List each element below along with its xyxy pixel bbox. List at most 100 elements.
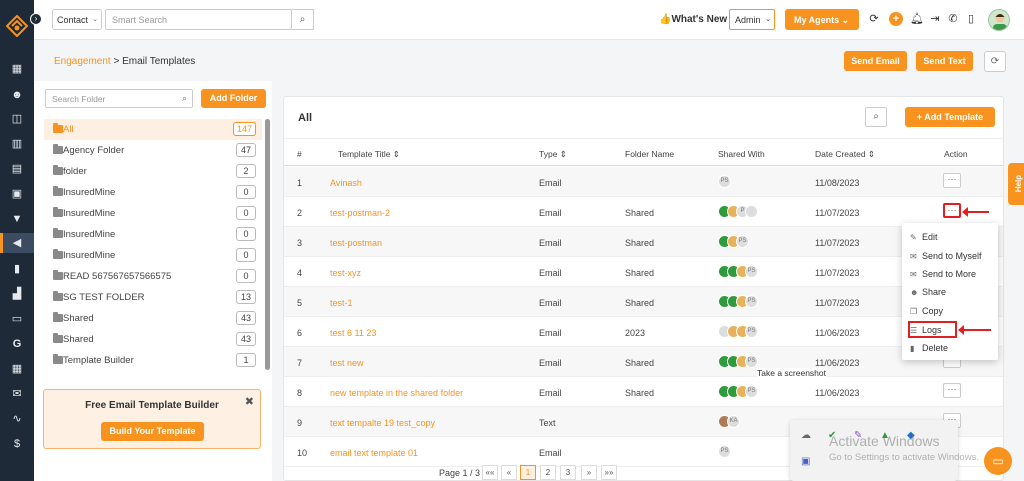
- notification-bell-icon[interactable]: 🔔︎: [910, 13, 924, 25]
- megaphone-icon[interactable]: ◀: [9, 236, 25, 250]
- contacts-icon[interactable]: ☻: [9, 88, 25, 102]
- search-icon[interactable]: ⌕: [865, 107, 887, 127]
- chat-icon[interactable]: ▭: [984, 447, 1012, 475]
- menu-item-copy[interactable]: ❐ Copy: [910, 306, 943, 316]
- folder-item[interactable]: InsuredMine 0: [44, 224, 262, 245]
- accounts-icon[interactable]: ◫: [9, 112, 25, 126]
- menu-item-edit[interactable]: ✎ Edit: [910, 232, 938, 242]
- folder-item[interactable]: READ 567567657566575 0: [44, 266, 262, 287]
- filter-icon[interactable]: ▼: [9, 212, 25, 226]
- folder-icon[interactable]: ▭: [9, 312, 25, 326]
- folder-count-badge: 0: [236, 185, 256, 199]
- send-text-button[interactable]: Send Text: [916, 51, 973, 71]
- sidebar-expand-icon[interactable]: ›: [30, 13, 42, 25]
- template-title-link[interactable]: Avinash: [330, 178, 362, 188]
- folder-icon: [53, 354, 63, 364]
- folder-item[interactable]: Agency Folder 47: [44, 140, 262, 161]
- calendar-icon[interactable]: ▦: [9, 362, 25, 376]
- dollar-icon[interactable]: $: [9, 437, 25, 451]
- logout-icon[interactable]: ⇥: [929, 13, 941, 25]
- shared-user-avatar: PS: [718, 445, 731, 458]
- close-icon[interactable]: ✖: [245, 395, 254, 408]
- folder-item[interactable]: Shared 43: [44, 329, 262, 350]
- template-title-link[interactable]: test-xyz: [330, 268, 361, 278]
- folder-item[interactable]: Shared 43: [44, 308, 262, 329]
- menu-item-delete[interactable]: ▮ Delete: [910, 343, 948, 353]
- template-title-link[interactable]: test 6 11 23: [330, 328, 376, 338]
- menu-item-send-to-more[interactable]: ✉ Send to More: [910, 269, 976, 279]
- cloud-icon[interactable]: ☁: [801, 430, 811, 441]
- scrollbar-thumb[interactable]: [265, 119, 270, 370]
- refresh-icon[interactable]: ⟳: [984, 51, 1006, 72]
- table-row: 5test-1EmailShared11/07/2023PS···: [284, 287, 1003, 317]
- next-page-button[interactable]: »: [581, 465, 597, 480]
- folder-item[interactable]: All 147: [44, 119, 262, 140]
- row-action-button[interactable]: ···: [943, 173, 961, 188]
- role-select[interactable]: Admin ⌄: [729, 9, 775, 30]
- menu-item-share[interactable]: ☻ Share: [910, 287, 946, 297]
- mail-icon[interactable]: ✉: [9, 387, 25, 401]
- search-icon[interactable]: ⌕: [292, 9, 314, 30]
- contact-select[interactable]: Contact ⌄: [52, 9, 102, 30]
- column-date-created[interactable]: Date Created ⇕: [815, 149, 875, 160]
- document-icon[interactable]: ▮: [9, 262, 25, 276]
- whats-new-link[interactable]: 👍What's New: [659, 14, 727, 25]
- folder-item[interactable]: InsuredMine 0: [44, 245, 262, 266]
- last-page-button[interactable]: »»: [601, 465, 617, 480]
- institution-icon[interactable]: ▥: [9, 137, 25, 151]
- quick-add-icon[interactable]: +: [889, 12, 903, 26]
- teams-icon[interactable]: ▣: [801, 456, 810, 467]
- template-title-link[interactable]: test-postman-2: [330, 208, 390, 218]
- template-title-link[interactable]: email text template 01: [330, 448, 418, 458]
- folder-item[interactable]: Template Builder 1: [44, 350, 262, 371]
- folder-item[interactable]: InsuredMine 0: [44, 203, 262, 224]
- folder-scrollbar[interactable]: [265, 119, 270, 370]
- template-title-link[interactable]: test-postman: [330, 238, 382, 248]
- breadcrumb-engagement-link[interactable]: Engagement: [54, 56, 111, 67]
- folder-count-badge: 1: [236, 353, 256, 367]
- google-icon[interactable]: G: [9, 337, 25, 351]
- top-bar: Contact ⌄ Smart Search ⌕ 👍What's New Adm…: [34, 0, 1024, 40]
- user-avatar[interactable]: [988, 9, 1010, 31]
- template-title-link[interactable]: test-1: [330, 298, 353, 308]
- add-template-button[interactable]: + Add Template: [905, 107, 995, 127]
- app-logo-icon[interactable]: [6, 15, 28, 37]
- add-folder-button[interactable]: Add Folder: [201, 89, 266, 108]
- folder-icon: [53, 123, 63, 133]
- page-3-button[interactable]: 3: [560, 465, 576, 480]
- column-template-title[interactable]: Template Title ⇕: [338, 149, 400, 160]
- my-agents-button[interactable]: My Agents ⌄: [785, 9, 859, 30]
- template-type: Text: [539, 418, 556, 428]
- template-title-link[interactable]: test new: [330, 358, 364, 368]
- build-template-button[interactable]: Build Your Template: [101, 422, 204, 441]
- folder-count-badge: 0: [236, 248, 256, 262]
- clipboard-icon[interactable]: ▯: [965, 13, 977, 25]
- folder-item[interactable]: InsuredMine 0: [44, 182, 262, 203]
- first-page-button[interactable]: ««: [482, 465, 498, 480]
- row-action-button[interactable]: ···: [943, 203, 961, 218]
- search-folder-input[interactable]: Search Folder ⌕: [45, 89, 193, 108]
- signature-icon[interactable]: ∿: [9, 412, 25, 426]
- row-action-button[interactable]: ···: [943, 383, 961, 398]
- profile-card-icon[interactable]: ▣: [9, 187, 25, 201]
- reports-icon[interactable]: ▟: [9, 287, 25, 301]
- phone-icon[interactable]: ✆: [947, 13, 959, 25]
- shared-user-avatar: PS: [745, 355, 758, 368]
- menu-item-send-to-myself[interactable]: ✉ Send to Myself: [910, 251, 982, 261]
- folder-item[interactable]: folder 2: [44, 161, 262, 182]
- folder-item[interactable]: SG TEST FOLDER 13: [44, 287, 262, 308]
- page-2-button[interactable]: 2: [540, 465, 556, 480]
- page-1-button[interactable]: 1: [520, 465, 536, 480]
- policy-icon[interactable]: ▤: [9, 162, 25, 176]
- user-icon: ☻: [910, 288, 919, 297]
- template-title-link[interactable]: text tempalte 19 test_copy: [330, 418, 435, 428]
- template-title-link[interactable]: new template in the shared folder: [330, 388, 463, 398]
- smart-search-input[interactable]: Smart Search: [105, 9, 292, 30]
- sync-icon[interactable]: ⟳: [868, 13, 880, 25]
- send-email-button[interactable]: Send Email: [844, 51, 907, 71]
- prev-page-button[interactable]: «: [501, 465, 517, 480]
- column-type[interactable]: Type ⇕: [539, 149, 567, 160]
- help-tab[interactable]: Help: [1008, 163, 1024, 205]
- folder-icon: [53, 270, 63, 280]
- dashboard-icon[interactable]: ▦: [9, 62, 25, 76]
